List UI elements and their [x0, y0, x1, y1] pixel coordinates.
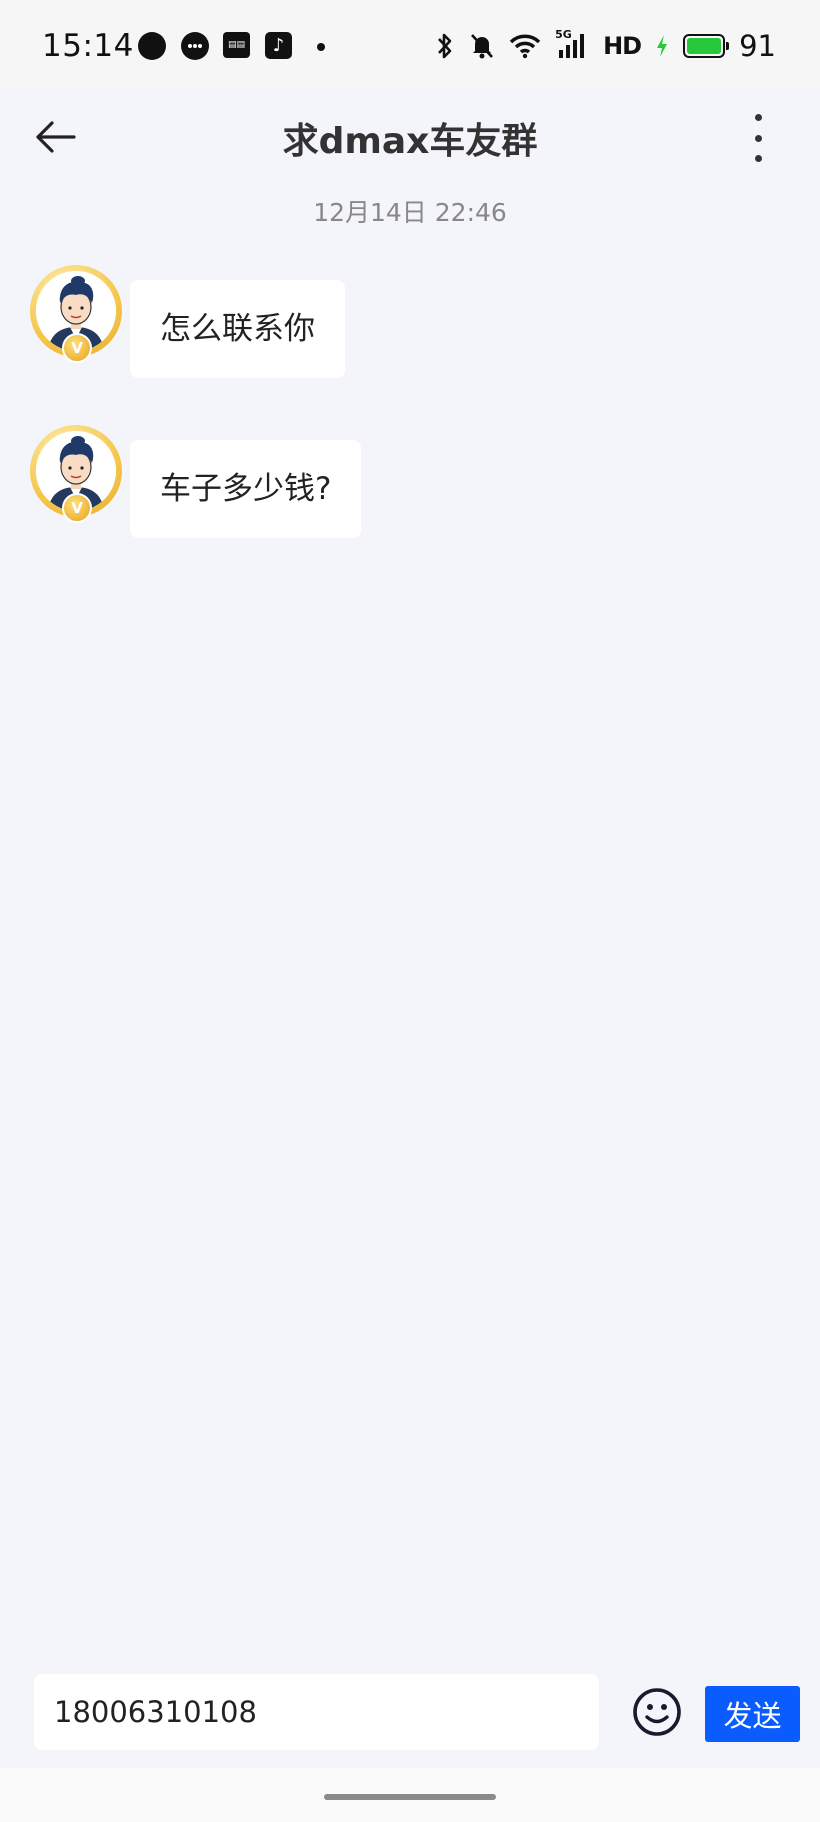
status-bar: 15:14 ▤▤ ♪ 5G HD 91 — [0, 0, 820, 92]
message-item: V 车子多少钱? — [30, 425, 362, 538]
composer-bar: 发送 — [0, 1660, 820, 1768]
charging-bolt-icon — [657, 35, 668, 57]
chat-bubble-icon — [138, 32, 166, 60]
navigation-area — [0, 1768, 820, 1822]
home-indicator[interactable] — [324, 1794, 496, 1800]
bluetooth-icon — [438, 33, 452, 59]
hd-label: HD — [603, 32, 642, 60]
battery-level — [687, 38, 722, 54]
page-title: 求dmax车友群 — [282, 121, 538, 162]
message-item: V 怎么联系你 — [30, 265, 345, 378]
chat-header: 求dmax车友群 — [0, 92, 820, 180]
news-icon: ▤▤ — [223, 32, 250, 58]
vip-badge-icon: V — [62, 333, 92, 363]
message-input[interactable] — [34, 1674, 599, 1750]
message-bubble[interactable]: 车子多少钱? — [130, 440, 362, 538]
more-options-button[interactable] — [736, 110, 780, 166]
battery-icon — [683, 34, 730, 58]
wifi-icon — [509, 34, 541, 59]
tiktok-icon: ♪ — [265, 32, 292, 59]
bell-muted-icon — [471, 34, 494, 59]
message-icon — [181, 32, 209, 60]
more-dot-icon — [317, 43, 325, 51]
smiley-icon — [633, 1688, 681, 1736]
more-vertical-icon — [754, 114, 762, 121]
status-right: 5G HD 91 — [435, 28, 776, 63]
message-bubble[interactable]: 怎么联系你 — [130, 280, 345, 378]
conversation-timestamp: 12月14日 22:46 — [313, 198, 507, 227]
send-button[interactable]: 发送 — [705, 1686, 800, 1742]
cellular-signal-icon: 5G — [555, 28, 589, 60]
chat-screen: 15:14 ▤▤ ♪ 5G HD 91 求dmax车友群 12月14日 22:4… — [0, 0, 820, 1822]
vip-badge-icon: V — [62, 493, 92, 523]
emoji-button[interactable] — [631, 1686, 683, 1738]
status-time: 15:14 — [42, 28, 134, 64]
avatar[interactable]: V — [30, 425, 122, 523]
avatar[interactable]: V — [30, 265, 122, 363]
battery-percent: 91 — [739, 29, 776, 63]
